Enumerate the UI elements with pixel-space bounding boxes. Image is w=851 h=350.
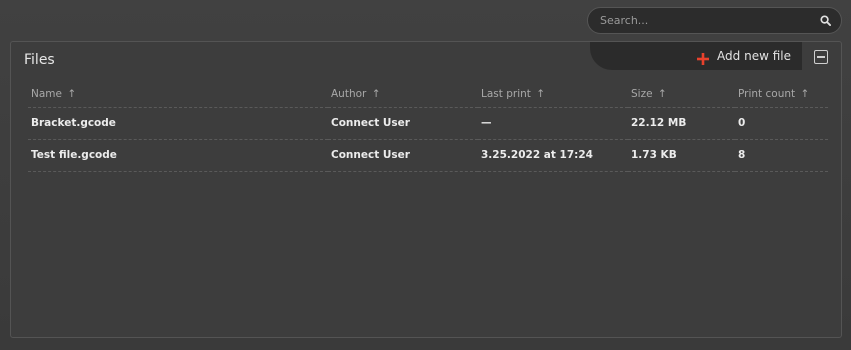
sort-arrow-icon: ↑ [532, 88, 546, 101]
file-name-cell: Bracket.gcode [28, 107, 328, 140]
column-header-last-print[interactable]: Last print ↑ [478, 82, 628, 108]
column-header-print-count[interactable]: Print count ↑ [735, 82, 828, 108]
files-panel: Files Add new file Name ↑ Author ↑ Last … [10, 41, 842, 338]
sort-arrow-icon: ↑ [654, 88, 667, 101]
print-count-cell: 0 [735, 107, 828, 140]
files-table: Name ↑ Author ↑ Last print ↑ Size ↑ Prin… [28, 82, 828, 172]
panel-title: Files [24, 52, 55, 68]
add-new-file-label: Add new file [717, 49, 791, 63]
file-name-cell: Test file.gcode [28, 139, 328, 172]
minus-icon [817, 56, 825, 58]
table-header-row: Name ↑ Author ↑ Last print ↑ Size ↑ Prin… [28, 82, 828, 108]
column-header-size[interactable]: Size ↑ [628, 82, 735, 108]
sort-arrow-icon: ↑ [368, 88, 381, 101]
print-count-cell: 8 [735, 139, 828, 172]
size-cell: 1.73 KB [628, 139, 735, 172]
author-cell: Connect User [328, 139, 478, 172]
search-input[interactable] [600, 14, 819, 27]
last-print-cell: — [478, 107, 628, 140]
add-new-file-button[interactable]: Add new file [590, 42, 802, 70]
collapse-button[interactable] [814, 50, 828, 64]
search-box[interactable] [587, 7, 842, 34]
table-row[interactable]: Test file.gcode Connect User 3.25.2022 a… [28, 139, 828, 172]
column-header-author[interactable]: Author ↑ [328, 82, 478, 108]
last-print-cell: 3.25.2022 at 17:24 [478, 139, 628, 172]
author-cell: Connect User [328, 107, 478, 140]
plus-icon [697, 50, 710, 65]
sort-arrow-icon: ↑ [63, 88, 77, 101]
search-icon[interactable] [819, 15, 831, 27]
column-header-name[interactable]: Name ↑ [28, 82, 328, 108]
table-row[interactable]: Bracket.gcode Connect User — 22.12 MB 0 [28, 107, 828, 140]
sort-arrow-icon: ↑ [797, 88, 810, 101]
size-cell: 22.12 MB [628, 107, 735, 140]
